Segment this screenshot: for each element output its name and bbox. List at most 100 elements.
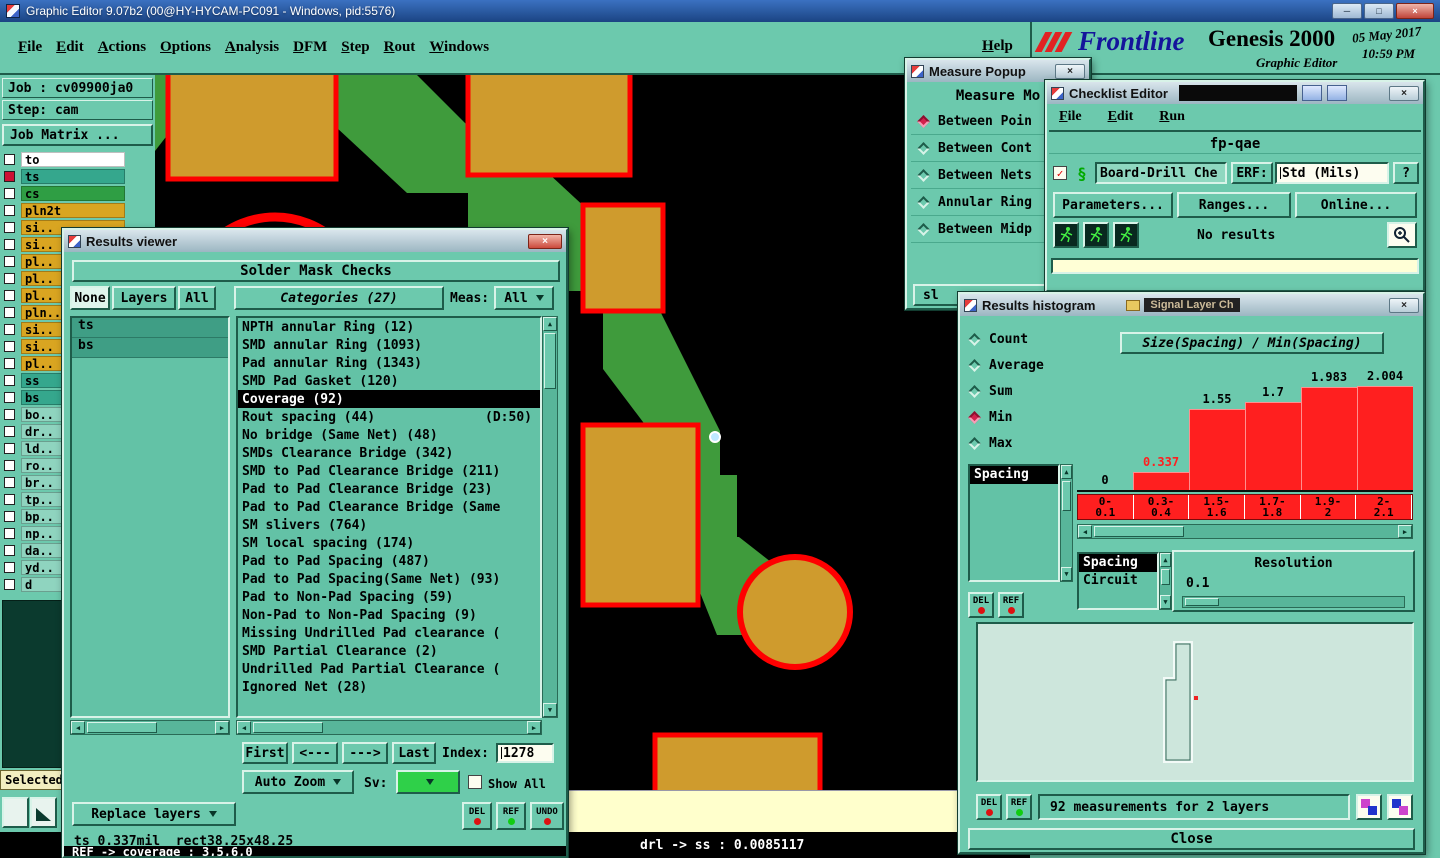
scrollbar-trough[interactable] bbox=[251, 721, 527, 734]
layer-visibility-checkbox[interactable] bbox=[4, 426, 15, 437]
category-item[interactable]: Ignored Net (28) bbox=[238, 678, 540, 696]
ce-menu-edit[interactable]: Edit bbox=[1108, 109, 1134, 125]
selected-button[interactable]: Selected bbox=[0, 770, 68, 790]
scroll-up-icon[interactable]: ▲ bbox=[1160, 553, 1171, 567]
menu-edit[interactable]: Edit bbox=[56, 39, 84, 56]
layer-row[interactable]: pln2t bbox=[0, 202, 155, 219]
filter-none-button[interactable]: None bbox=[70, 286, 110, 310]
category-item[interactable]: SMD to Pad Clearance Bridge (211) bbox=[238, 462, 540, 480]
color-swap-button-1[interactable] bbox=[1356, 794, 1382, 820]
results-viewer-close[interactable]: × bbox=[528, 233, 562, 249]
erf-input[interactable]: Std (Mils) bbox=[1275, 162, 1389, 184]
menu-help[interactable]: Help bbox=[982, 38, 1013, 55]
sv-color-swatch[interactable] bbox=[396, 770, 460, 794]
measure-list-item[interactable]: Spacing bbox=[970, 466, 1058, 484]
stat-radio-count[interactable]: Count bbox=[968, 326, 1044, 352]
layer-visibility-checkbox[interactable] bbox=[4, 290, 15, 301]
action-enabled-checkbox[interactable]: ✓ bbox=[1053, 166, 1067, 180]
layer-visibility-checkbox[interactable] bbox=[4, 409, 15, 420]
category-item[interactable]: Coverage (92) bbox=[238, 390, 540, 408]
category-item[interactable]: NPTH annular Ring (12) bbox=[238, 318, 540, 336]
layer-list-item[interactable]: Circuit bbox=[1079, 572, 1157, 590]
parameters-button[interactable]: Parameters... bbox=[1053, 192, 1173, 218]
category-item[interactable]: Pad annular Ring (1343) bbox=[238, 354, 540, 372]
layer-visibility-checkbox[interactable] bbox=[4, 358, 15, 369]
category-item[interactable]: Rout spacing (44) (D:50) bbox=[238, 408, 540, 426]
scroll-left-icon[interactable]: ◀ bbox=[71, 721, 85, 734]
category-item[interactable]: Pad to Pad Clearance Bridge (23) bbox=[238, 480, 540, 498]
menu-step[interactable]: Step bbox=[341, 39, 369, 56]
category-item[interactable]: Non-Pad to Non-Pad Spacing (9) bbox=[238, 606, 540, 624]
help-button[interactable]: ? bbox=[1393, 162, 1419, 184]
scrollbar-trough[interactable] bbox=[1092, 525, 1398, 538]
scrollbar-thumb[interactable] bbox=[1094, 526, 1184, 537]
del-button[interactable]: DEL bbox=[462, 802, 492, 830]
layer-visibility-checkbox[interactable] bbox=[4, 273, 15, 284]
layer-visibility-checkbox[interactable] bbox=[4, 188, 15, 199]
scrollbar-thumb[interactable] bbox=[253, 722, 323, 733]
filter-all-button[interactable]: All bbox=[178, 286, 216, 310]
close-button[interactable]: × bbox=[1396, 3, 1434, 19]
menu-options[interactable]: Options bbox=[160, 39, 211, 56]
menu-analysis[interactable]: Analysis bbox=[225, 39, 279, 56]
category-item[interactable]: Pad to Pad Spacing(Same Net) (93) bbox=[238, 570, 540, 588]
category-item[interactable]: SM local spacing (174) bbox=[238, 534, 540, 552]
layer-visibility-checkbox[interactable] bbox=[4, 375, 15, 386]
layer-row[interactable]: to bbox=[0, 151, 155, 168]
layer-visibility-checkbox[interactable] bbox=[4, 222, 15, 233]
rv-layer-item[interactable]: ts bbox=[72, 318, 228, 338]
layer-visibility-checkbox[interactable] bbox=[4, 205, 15, 216]
menu-file[interactable]: File bbox=[18, 39, 42, 56]
results-viewer-titlebar[interactable]: Results viewer × bbox=[64, 230, 566, 252]
first-button[interactable]: First bbox=[242, 742, 288, 764]
scroll-up-icon[interactable]: ▲ bbox=[1061, 465, 1072, 479]
menu-dfm[interactable]: DFM bbox=[293, 39, 327, 56]
stat-radio-min[interactable]: Min bbox=[968, 404, 1044, 430]
rv-layer-list[interactable]: ts bs bbox=[70, 316, 230, 718]
scrollbar-trough[interactable] bbox=[1160, 567, 1171, 595]
histogram-hscrollbar[interactable]: ◀ ▶ bbox=[1077, 524, 1413, 539]
category-item[interactable]: Missing Undrilled Pad clearance ( bbox=[238, 624, 540, 642]
scrollbar-trough[interactable] bbox=[85, 721, 215, 734]
preview-del-button[interactable]: DEL bbox=[976, 794, 1002, 820]
run-action-button-2[interactable] bbox=[1083, 222, 1109, 248]
category-item[interactable]: Pad to Pad Clearance Bridge (Same bbox=[238, 498, 540, 516]
scrollbar-thumb[interactable] bbox=[87, 722, 157, 733]
index-input[interactable]: 1278 bbox=[496, 743, 554, 763]
measure-list-scrollbar[interactable]: ▲ ▼ bbox=[1060, 464, 1073, 582]
show-all-checkbox[interactable] bbox=[468, 775, 482, 789]
tool-box-2[interactable] bbox=[30, 797, 57, 828]
scrollbar-thumb[interactable] bbox=[544, 333, 556, 389]
layer-list-scrollbar[interactable]: ▲ ▼ bbox=[1159, 552, 1172, 610]
rh-layer-list[interactable]: Spacing Circuit bbox=[1077, 552, 1159, 610]
category-hscrollbar[interactable]: ◀ ▶ bbox=[236, 720, 542, 735]
scroll-down-icon[interactable]: ▼ bbox=[1061, 567, 1072, 581]
measure-popup-close[interactable]: × bbox=[1055, 63, 1085, 79]
preview-ref-button[interactable]: REF bbox=[1006, 794, 1032, 820]
scroll-right-icon[interactable]: ▶ bbox=[1398, 525, 1412, 538]
erf-label-button[interactable]: ERF: bbox=[1231, 162, 1273, 184]
menu-rout[interactable]: Rout bbox=[384, 39, 416, 56]
layer-visibility-checkbox[interactable] bbox=[4, 528, 15, 539]
stat-radio-average[interactable]: Average bbox=[968, 352, 1044, 378]
category-scrollbar[interactable]: ▲ ▼ bbox=[542, 316, 558, 718]
layer-visibility-checkbox[interactable] bbox=[4, 511, 15, 522]
run-action-button-1[interactable] bbox=[1053, 222, 1079, 248]
layer-visibility-checkbox[interactable] bbox=[4, 171, 15, 182]
scroll-right-icon[interactable]: ▶ bbox=[215, 721, 229, 734]
stat-radio-max[interactable]: Max bbox=[968, 430, 1044, 456]
category-item[interactable]: Undrilled Pad Partial Clearance ( bbox=[238, 660, 540, 678]
histogram-del-button[interactable]: DEL bbox=[968, 592, 994, 618]
meas-dropdown[interactable]: All bbox=[494, 286, 554, 310]
filter-layers-button[interactable]: Layers bbox=[112, 286, 176, 310]
maximize-button[interactable]: □ bbox=[1364, 3, 1394, 19]
stat-radio-sum[interactable]: Sum bbox=[968, 378, 1044, 404]
measurement-preview[interactable] bbox=[976, 622, 1414, 782]
zoom-results-button[interactable] bbox=[1387, 222, 1417, 248]
menu-windows[interactable]: Windows bbox=[429, 39, 489, 56]
category-item[interactable]: SMD Partial Clearance (2) bbox=[238, 642, 540, 660]
rh-measure-list[interactable]: Spacing bbox=[968, 464, 1060, 582]
category-item[interactable]: SMDs Clearance Bridge (342) bbox=[238, 444, 540, 462]
color-swap-button-2[interactable] bbox=[1387, 794, 1413, 820]
histogram-close[interactable]: × bbox=[1389, 297, 1419, 313]
